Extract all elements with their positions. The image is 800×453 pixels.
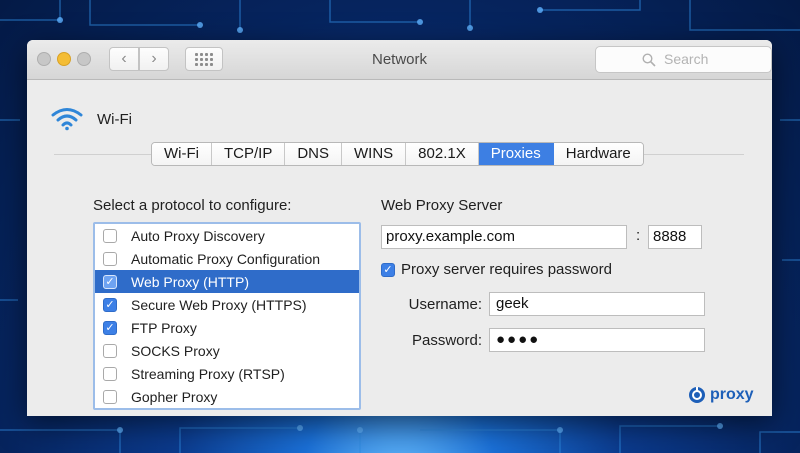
protocol-label: Gopher Proxy bbox=[131, 388, 218, 405]
protocol-list-heading: Select a protocol to configure: bbox=[93, 197, 292, 214]
checkbox-ftp-proxy[interactable]: ✓ bbox=[103, 320, 117, 335]
checkbox-socks-proxy[interactable] bbox=[103, 343, 117, 358]
protocol-label: Automatic Proxy Configuration bbox=[131, 250, 321, 267]
protocol-secure-web-proxy-https[interactable]: ✓ Secure Web Proxy (HTTPS) bbox=[95, 293, 359, 316]
password-input[interactable]: ●●●● bbox=[489, 328, 705, 352]
tab-wifi[interactable]: Wi-Fi bbox=[152, 143, 212, 165]
proxy-server-heading: Web Proxy Server bbox=[381, 197, 503, 214]
protocol-gopher-proxy[interactable]: Gopher Proxy bbox=[95, 385, 359, 408]
tab-proxies[interactable]: Proxies bbox=[478, 143, 554, 165]
search-placeholder: Search bbox=[664, 51, 709, 67]
title-bar: Network ‹ › Search bbox=[27, 40, 772, 80]
protocol-label: Web Proxy (HTTP) bbox=[131, 273, 249, 290]
protocol-automatic-proxy-configuration[interactable]: Automatic Proxy Configuration bbox=[95, 247, 359, 270]
interface-header: Wi-Fi bbox=[51, 107, 132, 131]
checkbox-automatic-proxy-configuration[interactable] bbox=[103, 251, 117, 266]
protocol-streaming-proxy-rtsp[interactable]: Streaming Proxy (RTSP) bbox=[95, 362, 359, 385]
password-label: Password: bbox=[411, 332, 482, 349]
brand-logo: proxy bbox=[688, 386, 754, 404]
requires-password-checkbox[interactable]: ✓ bbox=[381, 262, 395, 277]
protocol-list: Auto Proxy Discovery Automatic Proxy Con… bbox=[93, 222, 361, 410]
wifi-icon bbox=[51, 108, 83, 131]
tab-tcpip[interactable]: TCP/IP bbox=[211, 143, 286, 165]
checkbox-web-proxy-http[interactable]: ✓ bbox=[103, 274, 117, 289]
search-icon bbox=[642, 53, 656, 67]
checkbox-streaming-proxy-rtsp[interactable] bbox=[103, 366, 117, 381]
tab-8021x[interactable]: 802.1X bbox=[406, 143, 479, 165]
brand-mark-icon bbox=[689, 387, 705, 403]
protocol-ftp-proxy[interactable]: ✓ FTP Proxy bbox=[95, 316, 359, 339]
tab-wins[interactable]: WINS bbox=[342, 143, 407, 165]
protocol-label: SOCKS Proxy bbox=[131, 342, 220, 359]
tab-hardware[interactable]: Hardware bbox=[553, 143, 643, 165]
checkbox-secure-web-proxy-https[interactable]: ✓ bbox=[103, 297, 117, 312]
checkbox-gopher-proxy[interactable] bbox=[103, 389, 117, 404]
requires-password-label: Proxy server requires password bbox=[401, 261, 612, 278]
protocol-label: Auto Proxy Discovery bbox=[131, 227, 265, 244]
username-label: Username: bbox=[408, 296, 482, 313]
proxy-host-input[interactable]: proxy.example.com bbox=[381, 225, 627, 249]
protocol-web-proxy-http[interactable]: ✓ Web Proxy (HTTP) bbox=[95, 270, 359, 293]
requires-password-option[interactable]: ✓ Proxy server requires password bbox=[381, 261, 612, 278]
tab-dns[interactable]: DNS bbox=[285, 143, 342, 165]
protocol-socks-proxy[interactable]: SOCKS Proxy bbox=[95, 339, 359, 362]
back-button[interactable]: ‹ bbox=[109, 47, 139, 71]
search-field[interactable]: Search bbox=[595, 46, 772, 73]
protocol-label: Streaming Proxy (RTSP) bbox=[131, 365, 285, 382]
forward-button[interactable]: › bbox=[139, 47, 169, 71]
username-input[interactable]: geek bbox=[489, 292, 705, 316]
interface-name: Wi-Fi bbox=[97, 110, 132, 128]
grid-icon bbox=[195, 52, 213, 66]
protocol-label: FTP Proxy bbox=[131, 319, 197, 336]
brand-text: proxy bbox=[710, 386, 754, 403]
proxy-port-input[interactable]: 8888 bbox=[648, 225, 702, 249]
show-all-button[interactable] bbox=[185, 47, 223, 71]
protocol-auto-proxy-discovery[interactable]: Auto Proxy Discovery bbox=[95, 224, 359, 247]
tab-bar: Wi-Fi TCP/IP DNS WINS 802.1X Proxies Har… bbox=[151, 142, 644, 166]
checkbox-auto-proxy-discovery[interactable] bbox=[103, 228, 117, 243]
network-preferences-window: Network ‹ › Search Wi-Fi Wi-Fi TCP/IP DN… bbox=[27, 40, 772, 416]
protocol-label: Secure Web Proxy (HTTPS) bbox=[131, 296, 307, 313]
host-port-separator: : bbox=[636, 227, 641, 244]
